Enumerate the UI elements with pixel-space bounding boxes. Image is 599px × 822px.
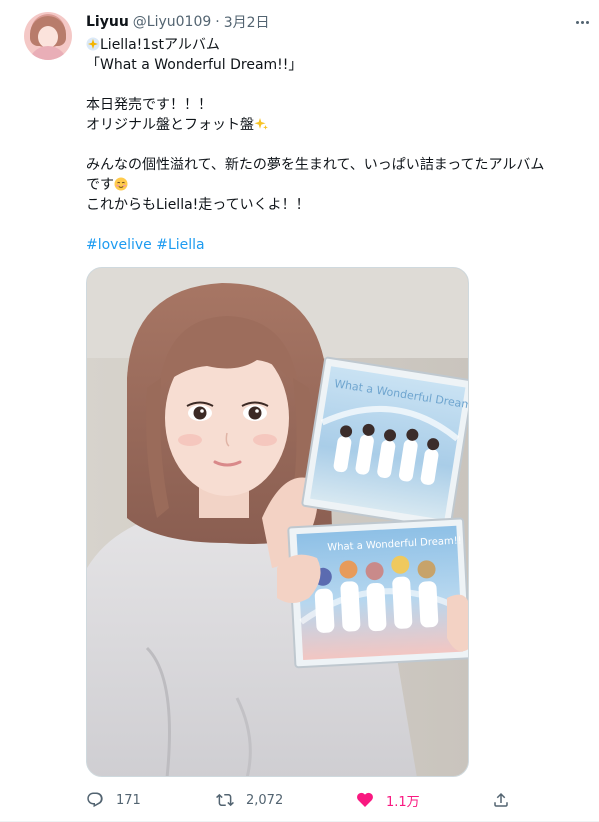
sparkle-emoji-icon <box>86 37 100 51</box>
tweet-actions: 171 2,072 1.1万 <box>86 788 516 812</box>
sparkles-emoji-icon <box>254 118 268 130</box>
retweet-button[interactable]: 2,072 <box>216 788 283 812</box>
tweet-photo[interactable]: What a Wonderful Dream!! What a Wonderfu… <box>86 267 469 777</box>
reply-icon <box>87 792 103 808</box>
tweet-card[interactable]: Liyuu @Liyu0109 · 3月2日 Liella!1stアルバム 「W… <box>0 0 599 822</box>
text-line-5: みんなの個性溢れて、新たの夢を生まれて、いっぱい詰まってたアルバム <box>86 157 545 173</box>
smiling-emoji-icon <box>114 177 128 191</box>
reply-button[interactable]: 171 <box>86 788 141 812</box>
text-line-2: 「What a Wonderful Dream!!」 <box>86 57 303 73</box>
hashtag-row: #lovelive #Liella <box>86 235 586 255</box>
author-handle[interactable]: @Liyu0109 <box>133 14 211 30</box>
more-options-button[interactable] <box>572 12 592 32</box>
tweet-text: Liella!1stアルバム 「What a Wonderful Dream!!… <box>86 35 586 255</box>
reply-count: 171 <box>116 792 141 808</box>
like-button[interactable]: 1.1万 <box>356 788 420 812</box>
retweet-icon <box>216 793 234 807</box>
like-count: 1.1万 <box>386 794 420 810</box>
text-line-3: 本日発売です！！！ <box>86 97 212 113</box>
share-icon <box>494 792 508 807</box>
text-line-1: Liella!1stアルバム <box>86 35 586 55</box>
text-line-4: オリジナル盤とフォット盤 <box>86 115 586 135</box>
author-name[interactable]: Liyuu <box>86 14 129 30</box>
text-line-6: です <box>86 175 586 195</box>
text-line-7: これからもLiella!走っていくよ！！ <box>86 197 310 213</box>
avatar[interactable] <box>24 12 72 60</box>
tweet-date[interactable]: 3月2日 <box>224 12 270 32</box>
photo-artwork: What a Wonderful Dream!! What a Wonderfu… <box>87 268 468 776</box>
retweet-count: 2,072 <box>246 792 284 808</box>
tweet-header: Liyuu @Liyu0109 · 3月2日 <box>86 12 270 32</box>
heart-icon <box>357 792 373 807</box>
separator-dot: · <box>215 14 220 30</box>
share-button[interactable] <box>492 788 510 812</box>
more-icon <box>575 20 579 24</box>
hashtag-lovelive[interactable]: #lovelive <box>86 237 152 253</box>
hashtag-liella[interactable]: #Liella <box>156 237 204 253</box>
